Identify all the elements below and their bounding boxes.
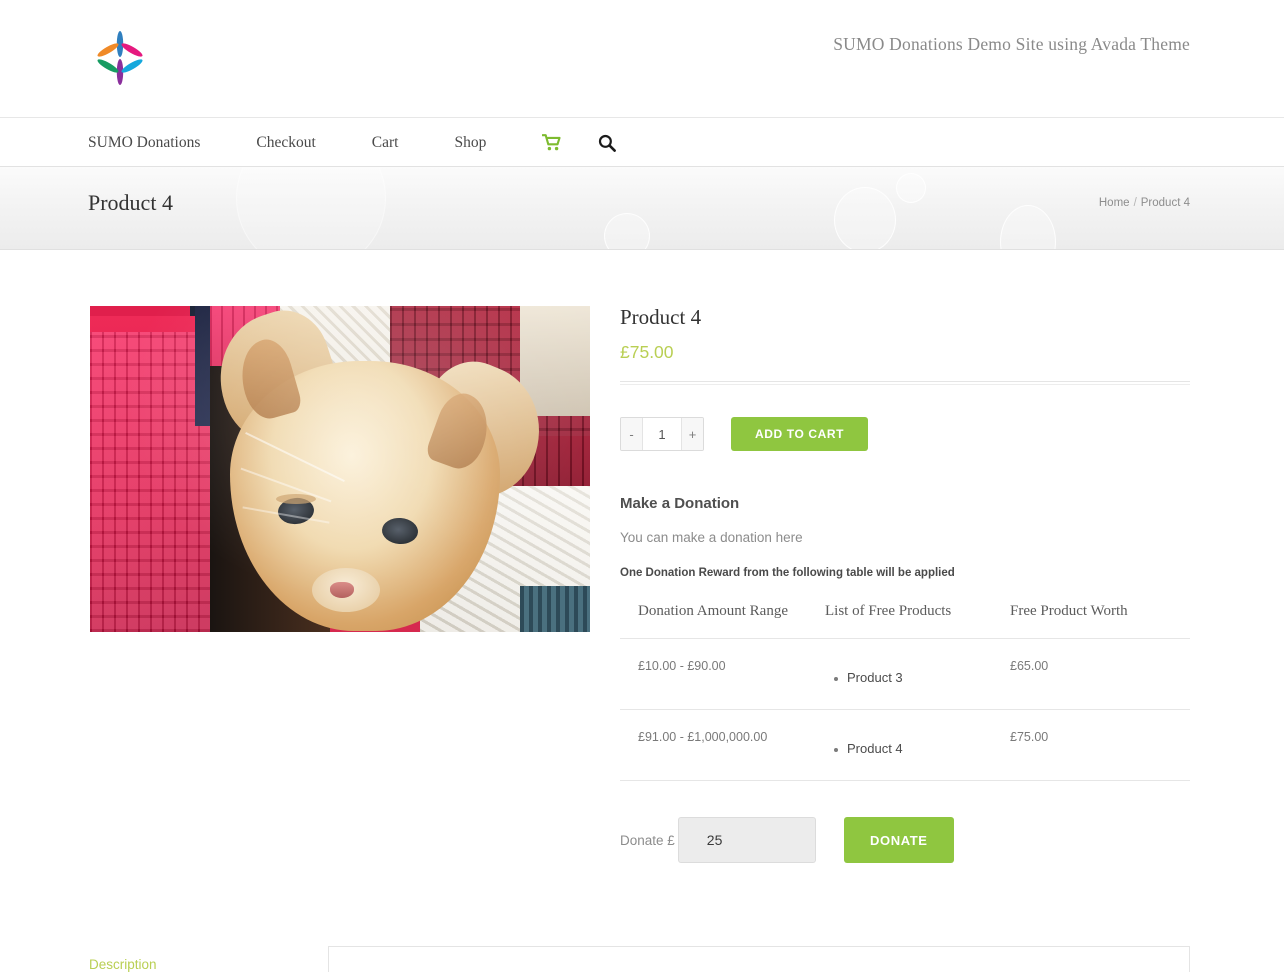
page-title: Product 4 <box>88 190 173 216</box>
product-tabs: Description <box>0 946 1284 972</box>
banner-bokeh-decoration <box>604 213 650 250</box>
list-item: Product 3 <box>847 659 1010 685</box>
cell-donation-range: £10.00 - £90.00 <box>620 639 825 710</box>
banner-bokeh-decoration <box>896 173 926 203</box>
column-header-product-worth: Free Product Worth <box>1010 603 1190 639</box>
quantity-input[interactable] <box>643 418 681 450</box>
product-image[interactable] <box>90 306 590 632</box>
free-product-list: Product 3 <box>825 659 1010 685</box>
nav-item-cart[interactable]: Cart <box>372 134 399 152</box>
table-row: £91.00 - £1,000,000.00 Product 4 £75.00 <box>620 710 1190 781</box>
quantity-decrement-button[interactable]: - <box>621 418 643 450</box>
banner-bokeh-decoration <box>834 187 896 250</box>
quantity-increment-button[interactable]: + <box>681 418 703 450</box>
page-banner: Product 4 Home / Product 4 <box>0 167 1284 250</box>
cell-product-worth: £75.00 <box>1010 710 1190 781</box>
shopping-cart-icon <box>542 134 562 152</box>
banner-bokeh-decoration <box>1000 205 1056 250</box>
donation-subtitle: You can make a donation here <box>620 530 1190 545</box>
donation-heading: Make a Donation <box>620 495 1190 512</box>
donate-row: Donate £ DONATE <box>620 817 1190 863</box>
donate-amount-label: Donate £ <box>620 833 675 848</box>
breadcrumb-separator: / <box>1134 197 1137 209</box>
search-icon-button[interactable] <box>598 134 616 152</box>
product-title: Product 4 <box>620 305 1190 330</box>
donation-note: One Donation Reward from the following t… <box>620 567 1190 579</box>
nav-item-checkout[interactable]: Checkout <box>256 134 315 152</box>
breadcrumb-current: Product 4 <box>1141 197 1190 209</box>
table-row: £10.00 - £90.00 Product 3 £65.00 <box>620 639 1190 710</box>
cell-free-products: Product 4 <box>825 710 1010 781</box>
add-to-cart-button[interactable]: ADD TO CART <box>731 417 868 451</box>
add-to-cart-row: - + ADD TO CART <box>620 417 1190 451</box>
product-price: £75.00 <box>620 342 1190 363</box>
quantity-stepper: - + <box>620 417 704 451</box>
starburst-flower-logo-icon <box>96 28 144 88</box>
column-header-free-products: List of Free Products <box>825 603 1010 639</box>
banner-bokeh-decoration <box>236 167 386 250</box>
tab-panel <box>328 946 1190 972</box>
search-icon <box>598 134 616 152</box>
tab-description[interactable]: Description <box>89 957 157 972</box>
nav-item-sumo-donations[interactable]: SUMO Donations <box>88 134 200 152</box>
cell-product-worth: £65.00 <box>1010 639 1190 710</box>
donation-reward-table: Donation Amount Range List of Free Produ… <box>620 603 1190 781</box>
list-item: Product 4 <box>847 730 1010 756</box>
main-navigation: SUMO Donations Checkout Cart Shop <box>0 119 1284 167</box>
product-details: Product 4 £75.00 - + ADD TO CART Make a … <box>620 305 1190 863</box>
nav-list: SUMO Donations Checkout Cart Shop <box>88 119 672 167</box>
cart-icon-button[interactable] <box>542 134 562 152</box>
column-header-donation-range: Donation Amount Range <box>620 603 825 639</box>
site-header: SUMO Donations Demo Site using Avada The… <box>0 0 1284 118</box>
donate-amount-input[interactable] <box>678 817 816 863</box>
site-logo[interactable] <box>96 28 144 88</box>
page-root: SUMO Donations Demo Site using Avada The… <box>0 0 1284 972</box>
donate-button[interactable]: DONATE <box>844 817 954 863</box>
site-tagline: SUMO Donations Demo Site using Avada The… <box>833 34 1190 55</box>
cell-donation-range: £91.00 - £1,000,000.00 <box>620 710 825 781</box>
divider <box>620 381 1190 385</box>
cell-free-products: Product 3 <box>825 639 1010 710</box>
table-header-row: Donation Amount Range List of Free Produ… <box>620 603 1190 639</box>
nav-item-shop[interactable]: Shop <box>454 134 486 152</box>
breadcrumb-home[interactable]: Home <box>1099 197 1130 209</box>
free-product-list: Product 4 <box>825 730 1010 756</box>
breadcrumb: Home / Product 4 <box>1099 197 1190 209</box>
